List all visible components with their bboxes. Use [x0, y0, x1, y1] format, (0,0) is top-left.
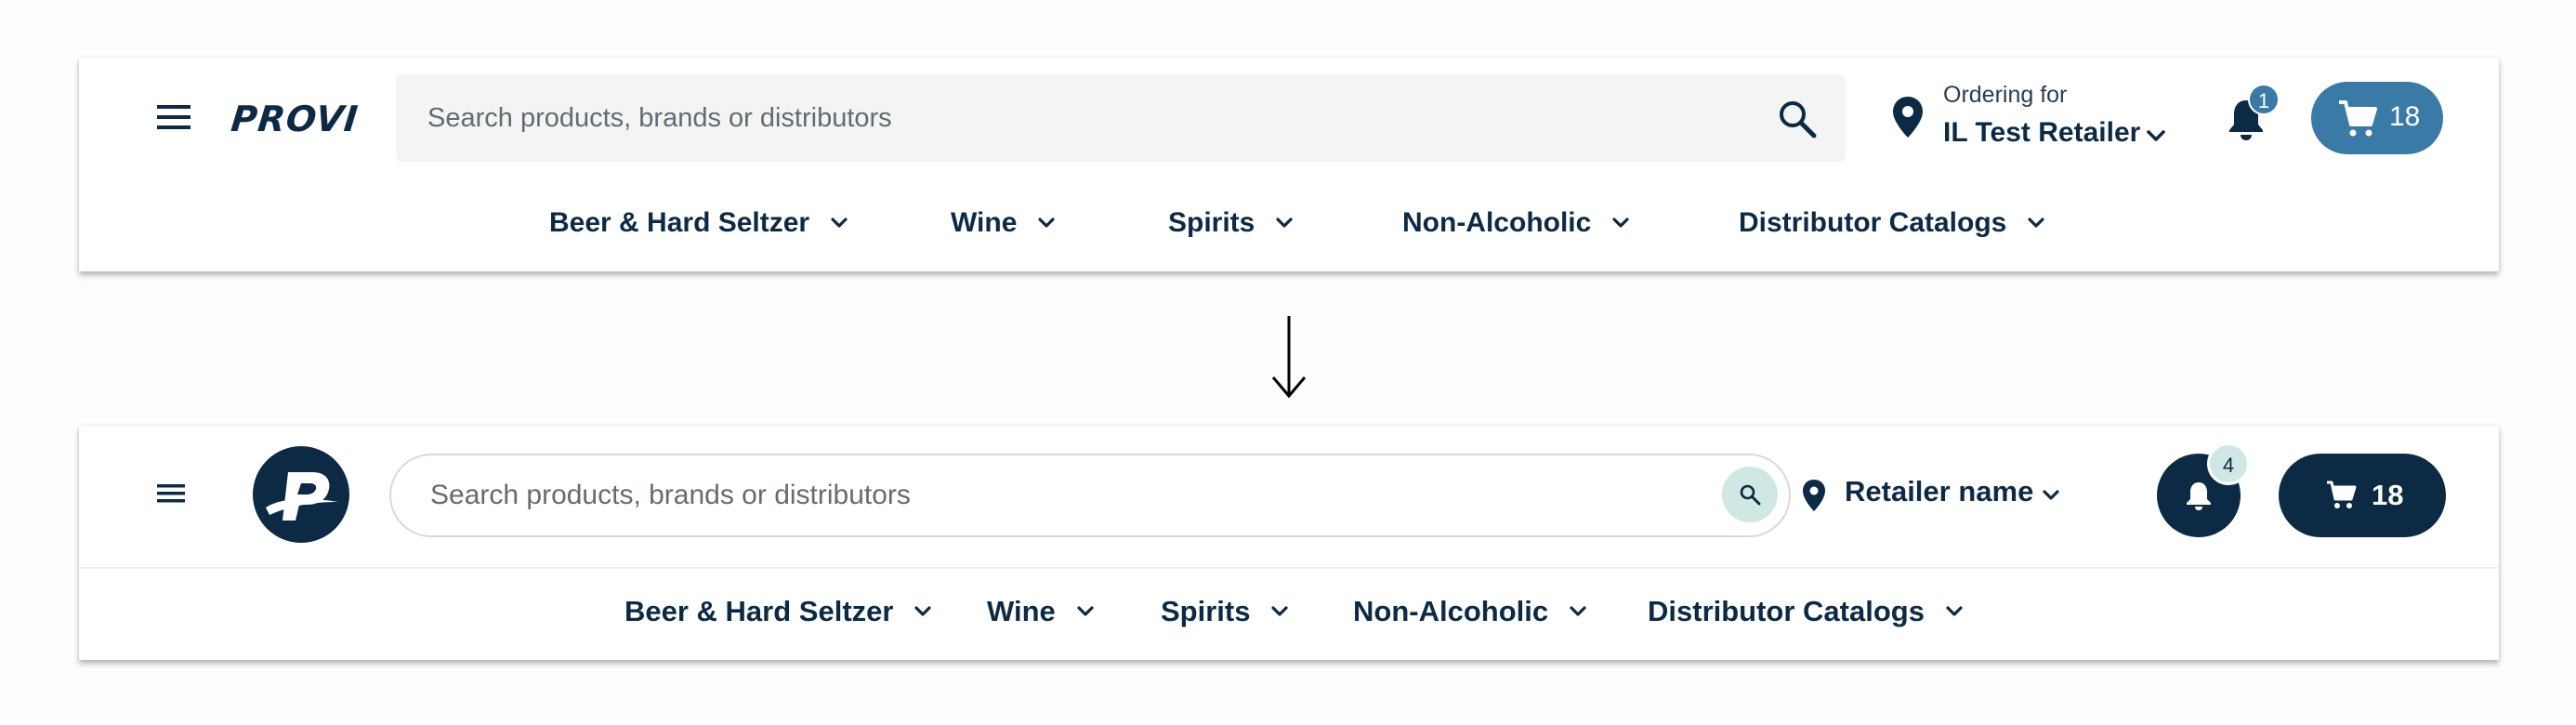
nav-item-label: Spirits	[1168, 207, 1255, 238]
nav-item-beer-hard-seltzer[interactable]: Beer & Hard Seltzer	[624, 586, 932, 638]
nav-item-distributor-catalogs[interactable]: Distributor Catalogs	[1739, 197, 2045, 249]
retailer-selector[interactable]: IL Test Retailer	[1943, 117, 2140, 149]
chevron-down-icon[interactable]	[2042, 489, 2060, 502]
chevron-down-icon[interactable]	[2146, 128, 2166, 143]
cart-button[interactable]: 18	[2279, 454, 2446, 537]
bell-icon	[2184, 480, 2214, 511]
hamburger-menu-icon[interactable]	[153, 99, 198, 135]
search-bar	[396, 74, 1846, 162]
chevron-down-icon	[1271, 606, 1289, 616]
chevron-down-icon	[1038, 218, 1056, 228]
nav-item-spirits[interactable]: Spirits	[1168, 197, 1294, 249]
ordering-for-label: Ordering for	[1943, 82, 2068, 108]
chevron-down-icon	[1946, 606, 1963, 616]
map-pin-icon	[1801, 478, 1827, 513]
search-bar	[389, 454, 1791, 537]
cart-icon	[2337, 99, 2378, 139]
old-header: PROVI Ordering for IL Test Retailer 1	[79, 58, 2499, 271]
hamburger-menu-icon[interactable]	[153, 480, 191, 508]
nav-item-distributor-catalogs[interactable]: Distributor Catalogs	[1648, 586, 1964, 638]
cart-button[interactable]: 18	[2311, 82, 2443, 154]
search-input[interactable]	[427, 74, 1728, 162]
nav-item-label: Wine	[951, 207, 1018, 238]
nav-item-wine[interactable]: Wine	[951, 197, 1056, 249]
provi-p-logo-icon[interactable]	[253, 446, 349, 543]
cart-icon	[2325, 480, 2357, 511]
category-nav: Beer & Hard Seltzer Wine Spirits Non-Alc…	[79, 586, 2499, 638]
nav-item-label: Distributor Catalogs	[1739, 207, 2007, 238]
search-input[interactable]	[430, 455, 1694, 535]
notification-count-badge: 4	[2207, 442, 2250, 485]
nav-item-label: Beer & Hard Seltzer	[624, 595, 894, 627]
nav-item-non-alcoholic[interactable]: Non-Alcoholic	[1402, 197, 1630, 249]
nav-item-beer-hard-seltzer[interactable]: Beer & Hard Seltzer	[549, 197, 848, 249]
nav-item-label: Beer & Hard Seltzer	[549, 207, 810, 238]
notification-count-badge: 1	[2248, 84, 2280, 115]
nav-item-label: Wine	[987, 595, 1056, 627]
chevron-down-icon	[831, 218, 848, 228]
nav-item-label: Non-Alcoholic	[1402, 207, 1592, 238]
nav-item-label: Spirits	[1161, 595, 1251, 627]
search-icon	[1739, 483, 1761, 506]
nav-item-non-alcoholic[interactable]: Non-Alcoholic	[1353, 586, 1587, 638]
nav-item-label: Non-Alcoholic	[1353, 595, 1549, 627]
cart-count: 18	[2389, 101, 2421, 132]
header-divider	[79, 567, 2499, 569]
cart-count: 18	[2372, 479, 2404, 511]
down-arrow-icon	[1266, 314, 1312, 400]
nav-item-label: Distributor Catalogs	[1648, 595, 1925, 627]
nav-item-wine[interactable]: Wine	[987, 586, 1095, 638]
chevron-down-icon	[2028, 218, 2044, 228]
chevron-down-icon	[1570, 606, 1586, 616]
search-button[interactable]	[1722, 467, 1778, 522]
chevron-down-icon	[1276, 218, 1293, 228]
chevron-down-icon	[914, 606, 932, 616]
chevron-down-icon	[1077, 606, 1094, 616]
retailer-selector[interactable]: Retailer name	[1845, 475, 2033, 508]
chevron-down-icon	[1612, 218, 1629, 228]
category-nav: Beer & Hard Seltzer Wine Spirits Non-Alc…	[79, 197, 2499, 249]
provi-logo[interactable]: PROVI	[230, 99, 361, 139]
search-icon[interactable]	[1777, 99, 1818, 139]
nav-item-spirits[interactable]: Spirits	[1161, 586, 1289, 638]
new-header: Retailer name 4 18 Beer & Hard Seltzer	[79, 426, 2499, 660]
map-pin-icon	[1891, 95, 1925, 139]
